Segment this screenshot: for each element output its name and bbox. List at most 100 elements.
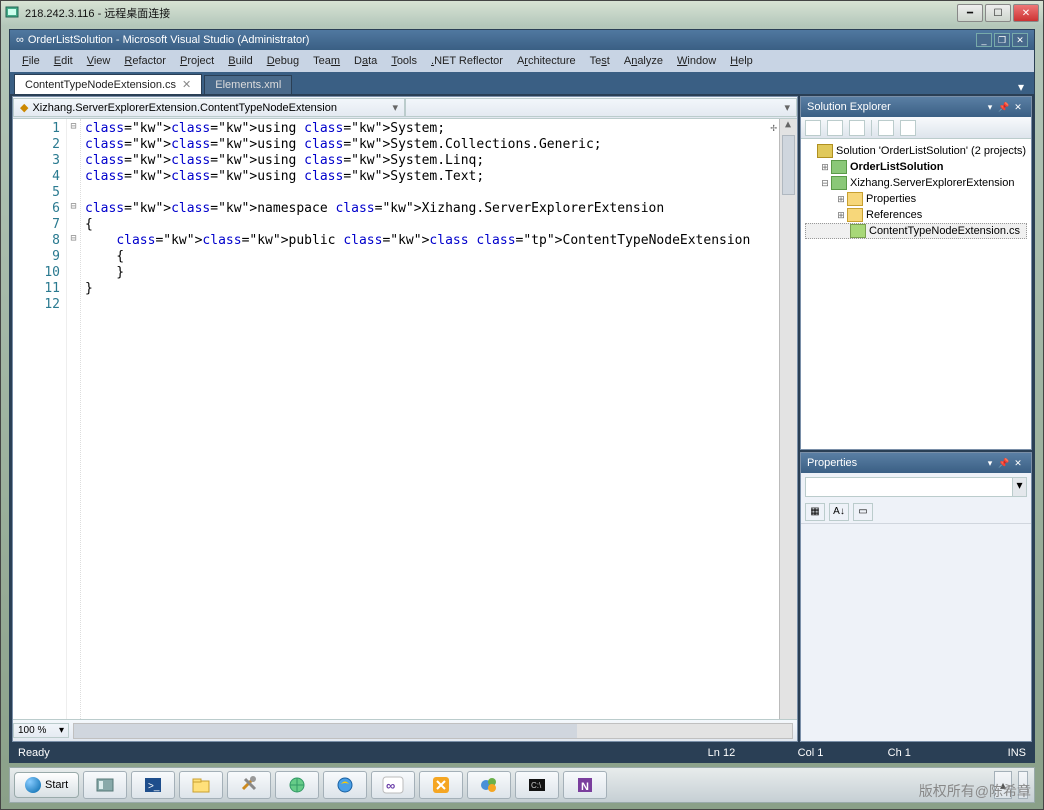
vs-titlebar: ∞ OrderListSolution - Microsoft Visual S…: [10, 30, 1034, 50]
status-ch: Ch 1: [888, 747, 1008, 759]
taskbar-cmd-icon[interactable]: C:\: [515, 771, 559, 799]
menu-help[interactable]: Help: [724, 53, 759, 69]
csharp-file-icon: [850, 224, 866, 238]
chevron-down-icon[interactable]: ▾: [784, 101, 790, 114]
close-button[interactable]: ✕: [1013, 4, 1039, 22]
solution-explorer: Solution Explorer▾📌✕ Solution 'OrderList…: [800, 96, 1032, 450]
close-icon[interactable]: ✕: [1011, 102, 1025, 113]
collapse-icon[interactable]: ⊟: [819, 178, 831, 189]
menu-analyze[interactable]: Analyze: [618, 53, 669, 69]
vs-title-label: OrderListSolution - Microsoft Visual Stu…: [28, 34, 974, 46]
remote-icon: [5, 6, 19, 20]
tab-active[interactable]: ContentTypeNodeExtension.cs✕: [14, 74, 202, 94]
status-ins: INS: [1008, 747, 1026, 759]
taskbar-visual-studio-icon[interactable]: ∞: [371, 771, 415, 799]
dropdown-icon[interactable]: ▾: [983, 458, 997, 469]
menu-debug[interactable]: Debug: [261, 53, 305, 69]
taskbar: Start >_ ∞ C:\ N ▴: [9, 767, 1035, 803]
close-icon[interactable]: ✕: [1011, 458, 1025, 469]
show-all-icon[interactable]: [827, 120, 843, 136]
menu-team[interactable]: Team: [307, 53, 346, 69]
split-icon[interactable]: ✢: [770, 121, 777, 134]
code-editor[interactable]: 123456789101112 ⊟⊟⊟ class="kw">class="kw…: [13, 119, 797, 719]
menu-tools[interactable]: Tools: [385, 53, 423, 69]
vs-close-button[interactable]: ✕: [1012, 33, 1028, 47]
tab-close-icon[interactable]: ✕: [182, 79, 191, 91]
properties-icon[interactable]: [805, 120, 821, 136]
solution-tree[interactable]: Solution 'OrderListSolution' (2 projects…: [801, 139, 1031, 449]
start-button[interactable]: Start: [14, 772, 79, 798]
watermark: 版权所有@陈希章: [919, 781, 1031, 801]
code-body[interactable]: class="kw">class="kw">using class="kw">S…: [81, 119, 779, 719]
breadcrumb-member[interactable]: ▾: [405, 98, 797, 117]
expand-icon[interactable]: ⊞: [819, 162, 831, 173]
properties-panel: Properties▾📌✕ ▾ ▦ A↓ ▭: [800, 452, 1032, 742]
taskbar-explorer-icon[interactable]: [179, 771, 223, 799]
horizontal-scrollbar[interactable]: [73, 723, 793, 739]
svg-text:N: N: [581, 781, 589, 793]
maximize-button[interactable]: ☐: [985, 4, 1011, 22]
menu-netreflector[interactable]: .NET Reflector: [425, 53, 509, 69]
expand-icon[interactable]: ⊞: [835, 210, 847, 221]
menu-test[interactable]: Test: [584, 53, 616, 69]
pin-icon[interactable]: 📌: [997, 102, 1011, 113]
status-line: Ln 12: [708, 747, 798, 759]
prop-sort-button[interactable]: A↓: [829, 503, 849, 521]
project-icon: [831, 160, 847, 174]
prop-pages-button[interactable]: ▭: [853, 503, 873, 521]
chevron-down-icon[interactable]: ▾: [392, 101, 398, 114]
prop-category-button[interactable]: ▦: [805, 503, 825, 521]
menu-file[interactable]: File: [16, 53, 46, 69]
start-orb-icon: [25, 777, 41, 793]
tab-elements[interactable]: Elements.xml: [204, 75, 292, 94]
menubar: File Edit View Refactor Project Build De…: [10, 50, 1034, 72]
folder-icon: [847, 192, 863, 206]
solution-icon: [817, 144, 833, 158]
taskbar-settings-icon[interactable]: [419, 771, 463, 799]
menu-edit[interactable]: Edit: [48, 53, 79, 69]
remote-desktop-titlebar: 218.242.3.116 - 远程桌面连接 ━ ☐ ✕: [1, 1, 1043, 25]
taskbar-server-manager-icon[interactable]: [83, 771, 127, 799]
vs-restore-button[interactable]: ❐: [994, 33, 1010, 47]
taskbar-ie-icon[interactable]: [323, 771, 367, 799]
breadcrumb-type[interactable]: ◆ Xizhang.ServerExplorerExtension.Conten…: [13, 98, 405, 117]
taskbar-onenote-icon[interactable]: N: [563, 771, 607, 799]
expand-icon[interactable]: ⊞: [835, 194, 847, 205]
menu-data[interactable]: Data: [348, 53, 383, 69]
folder-icon: [847, 208, 863, 222]
taskbar-sharepoint-icon[interactable]: [467, 771, 511, 799]
status-bar: Ready Ln 12 Col 1 Ch 1 INS: [10, 744, 1034, 762]
tabs-dropdown-icon[interactable]: ▾: [1012, 80, 1030, 94]
refresh-icon[interactable]: [849, 120, 865, 136]
svg-text:∞: ∞: [386, 778, 395, 793]
menu-view[interactable]: View: [81, 53, 117, 69]
svg-text:C:\: C:\: [531, 781, 542, 790]
taskbar-iis-icon[interactable]: [275, 771, 319, 799]
menu-architecture[interactable]: Architecture: [511, 53, 582, 69]
minimize-button[interactable]: ━: [957, 4, 983, 22]
vs-minimize-button[interactable]: _: [976, 33, 992, 47]
pin-icon[interactable]: 📌: [997, 458, 1011, 469]
dropdown-icon[interactable]: ▾: [983, 102, 997, 113]
properties-object-select[interactable]: ▾: [805, 477, 1027, 497]
properties-body: [801, 523, 1031, 741]
fold-gutter[interactable]: ⊟⊟⊟: [67, 119, 81, 719]
project-icon: [831, 176, 847, 190]
status-ready: Ready: [18, 747, 50, 759]
breadcrumb-bar: ◆ Xizhang.ServerExplorerExtension.Conten…: [13, 97, 797, 119]
vs-infinity-icon: ∞: [16, 34, 24, 46]
menu-project[interactable]: Project: [174, 53, 220, 69]
menu-refactor[interactable]: Refactor: [118, 53, 172, 69]
menu-build[interactable]: Build: [222, 53, 258, 69]
svg-text:>_: >_: [148, 781, 160, 792]
taskbar-tools-icon[interactable]: [227, 771, 271, 799]
zoom-select[interactable]: 100 %▾: [13, 723, 69, 738]
view-class-icon[interactable]: [900, 120, 916, 136]
remote-title: 218.242.3.116 - 远程桌面连接: [25, 5, 957, 21]
editor-tabs: ContentTypeNodeExtension.cs✕ Elements.xm…: [10, 72, 1034, 94]
view-code-icon[interactable]: [878, 120, 894, 136]
vertical-scrollbar[interactable]: [779, 119, 797, 719]
menu-window[interactable]: Window: [671, 53, 722, 69]
line-numbers: 123456789101112: [13, 119, 67, 719]
taskbar-powershell-icon[interactable]: >_: [131, 771, 175, 799]
